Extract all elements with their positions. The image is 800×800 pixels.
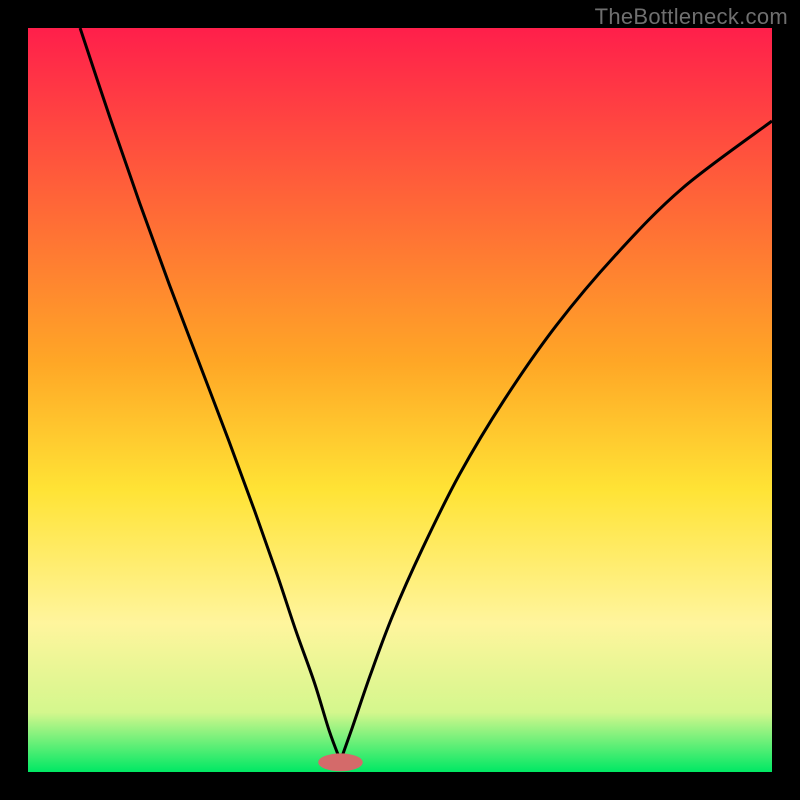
vertex-marker (318, 753, 363, 771)
chart-svg (28, 28, 772, 772)
watermark-label: TheBottleneck.com (595, 4, 788, 30)
gradient-background (28, 28, 772, 772)
chart-frame: TheBottleneck.com (0, 0, 800, 800)
plot-area (28, 28, 772, 772)
